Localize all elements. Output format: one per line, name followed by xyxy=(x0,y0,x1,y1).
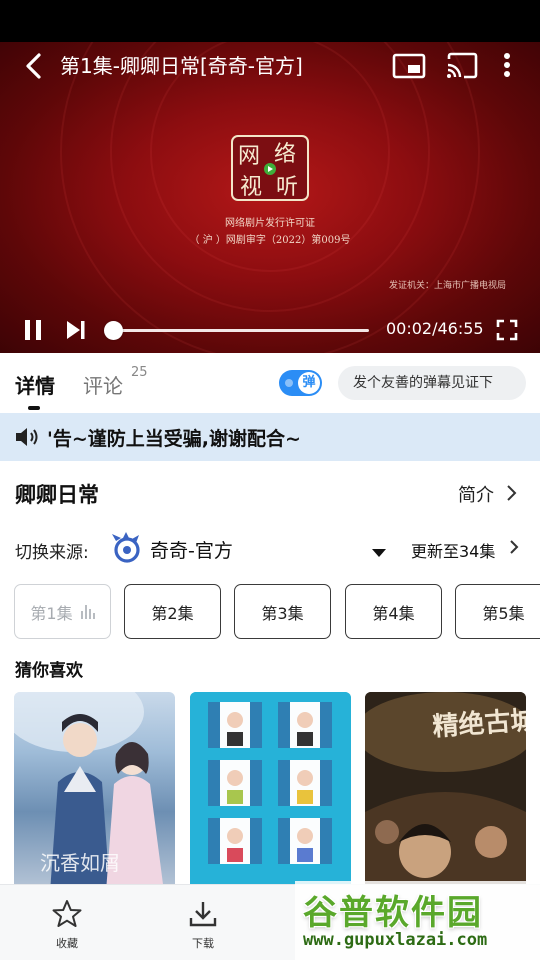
poster-image: 沉香如屑 xyxy=(14,692,164,892)
cast-icon xyxy=(447,52,478,79)
show-title: 卿卿日常 xyxy=(15,483,99,507)
update-status[interactable]: 更新至34集 xyxy=(411,538,495,562)
poster-image: 精绝古城 xyxy=(365,692,526,892)
notice-banner: '告~谨防上当受骗,谢谢配合~ xyxy=(0,413,540,461)
poster-image xyxy=(190,692,351,892)
download-button[interactable]: 下载 xyxy=(174,899,232,953)
progress-thumb[interactable] xyxy=(104,321,124,340)
video-player[interactable]: 第1集-卿卿日常[奇奇-官方] 网 络 视 听 网络剧片发行许可证 （ 沪 ）网… xyxy=(0,42,540,353)
more-options-button[interactable] xyxy=(494,50,520,82)
svg-text:络: 络 xyxy=(274,142,296,167)
next-episode-button[interactable] xyxy=(64,318,88,342)
site-watermark: 谷普软件园 www.gupuxlazai.com xyxy=(295,881,540,960)
now-playing-icon xyxy=(80,604,95,619)
license-issuer: 发证机关：上海市广播电视局 xyxy=(388,281,506,291)
app-root: 第1集-卿卿日常[奇奇-官方] 网 络 视 听 网络剧片发行许可证 （ 沪 ）网… xyxy=(0,0,540,960)
star-icon xyxy=(52,899,82,929)
comment-count-badge: 25 xyxy=(131,365,148,380)
pause-button[interactable] xyxy=(22,318,44,342)
svg-text:听: 听 xyxy=(276,175,298,200)
caret-down-icon[interactable] xyxy=(371,543,387,557)
time-display: 00:02/46:55 xyxy=(386,319,484,338)
danmaku-toggle-knob: 弹 xyxy=(298,372,320,394)
detail-tabs: 详情 评论 25 弹 发个友善的弹幕见证下 xyxy=(0,353,540,413)
episode-button[interactable]: 第5集 xyxy=(455,584,540,639)
intro-link[interactable]: 简介 xyxy=(458,481,494,507)
svg-text:网: 网 xyxy=(238,144,260,169)
license-title: 网络剧片发行许可证 xyxy=(225,218,315,229)
download-label: 下载 xyxy=(192,937,214,950)
episode-button[interactable]: 第4集 xyxy=(345,584,442,639)
download-icon xyxy=(188,899,218,929)
license-number: （ 沪 ）网剧审字（2022）第009号 xyxy=(189,235,351,246)
speaker-icon xyxy=(14,426,40,448)
watermark-title: 谷普软件园 xyxy=(303,893,483,933)
episode-label: 第3集 xyxy=(261,603,304,623)
episode-button[interactable]: 第3集 xyxy=(234,584,331,639)
danmaku-toggle[interactable]: 弹 xyxy=(279,370,322,396)
video-title: 第1集-卿卿日常[奇奇-官方] xyxy=(60,54,303,78)
episode-label: 第1集 xyxy=(30,603,73,623)
source-name[interactable]: 奇奇-官方 xyxy=(150,536,233,563)
episode-button[interactable]: 第1集 xyxy=(14,584,111,639)
picture-in-picture-icon xyxy=(392,53,426,79)
recommend-card[interactable]: 精绝古城 xyxy=(365,692,526,892)
danmaku-input[interactable]: 发个友善的弹幕见证下 xyxy=(338,366,526,400)
episode-list: 第1集 第2集 第3集 第4集 第5集 xyxy=(0,584,540,640)
episode-label: 第4集 xyxy=(372,603,415,623)
fullscreen-button[interactable] xyxy=(496,319,518,341)
episode-label: 第5集 xyxy=(482,603,525,623)
tab-detail[interactable]: 详情 xyxy=(15,370,55,399)
cast-button[interactable] xyxy=(444,51,480,81)
more-vertical-icon xyxy=(504,53,510,77)
back-arrow-icon xyxy=(26,53,41,79)
recommend-card[interactable]: 沉香如屑 xyxy=(14,692,175,892)
poster-title: 沉香如屑 xyxy=(40,851,120,875)
pause-icon xyxy=(25,320,41,340)
chevron-right-icon[interactable] xyxy=(509,539,519,555)
episode-label: 第2集 xyxy=(151,603,194,623)
qiqi-source-icon xyxy=(110,531,142,563)
watermark-url: www.gupuxlazai.com xyxy=(303,930,488,950)
network-audiovisual-logo: 网 络 视 听 xyxy=(230,132,310,204)
player-controls: 00:02/46:55 xyxy=(0,308,540,352)
status-bar xyxy=(0,0,540,42)
favorite-button[interactable]: 收藏 xyxy=(38,899,96,953)
source-label: 切换来源: xyxy=(15,543,89,563)
notice-text: '告~谨防上当受骗,谢谢配合~ xyxy=(47,428,301,450)
progress-bar[interactable] xyxy=(104,321,369,340)
toggle-track-dot xyxy=(285,379,293,387)
fullscreen-icon xyxy=(496,319,518,341)
picture-in-picture-button[interactable] xyxy=(391,51,427,81)
skip-next-icon xyxy=(67,321,85,339)
player-top-bar: 第1集-卿卿日常[奇奇-官方] xyxy=(0,42,540,90)
chevron-right-icon[interactable] xyxy=(505,484,517,502)
recommend-card[interactable] xyxy=(190,692,351,892)
svg-text:视: 视 xyxy=(240,175,262,200)
favorite-label: 收藏 xyxy=(56,937,78,950)
tab-comment[interactable]: 评论 xyxy=(83,370,123,399)
back-button[interactable] xyxy=(18,50,48,82)
episode-button[interactable]: 第2集 xyxy=(124,584,221,639)
recommend-title: 猜你喜欢 xyxy=(15,661,83,681)
tab-active-indicator xyxy=(28,406,40,410)
